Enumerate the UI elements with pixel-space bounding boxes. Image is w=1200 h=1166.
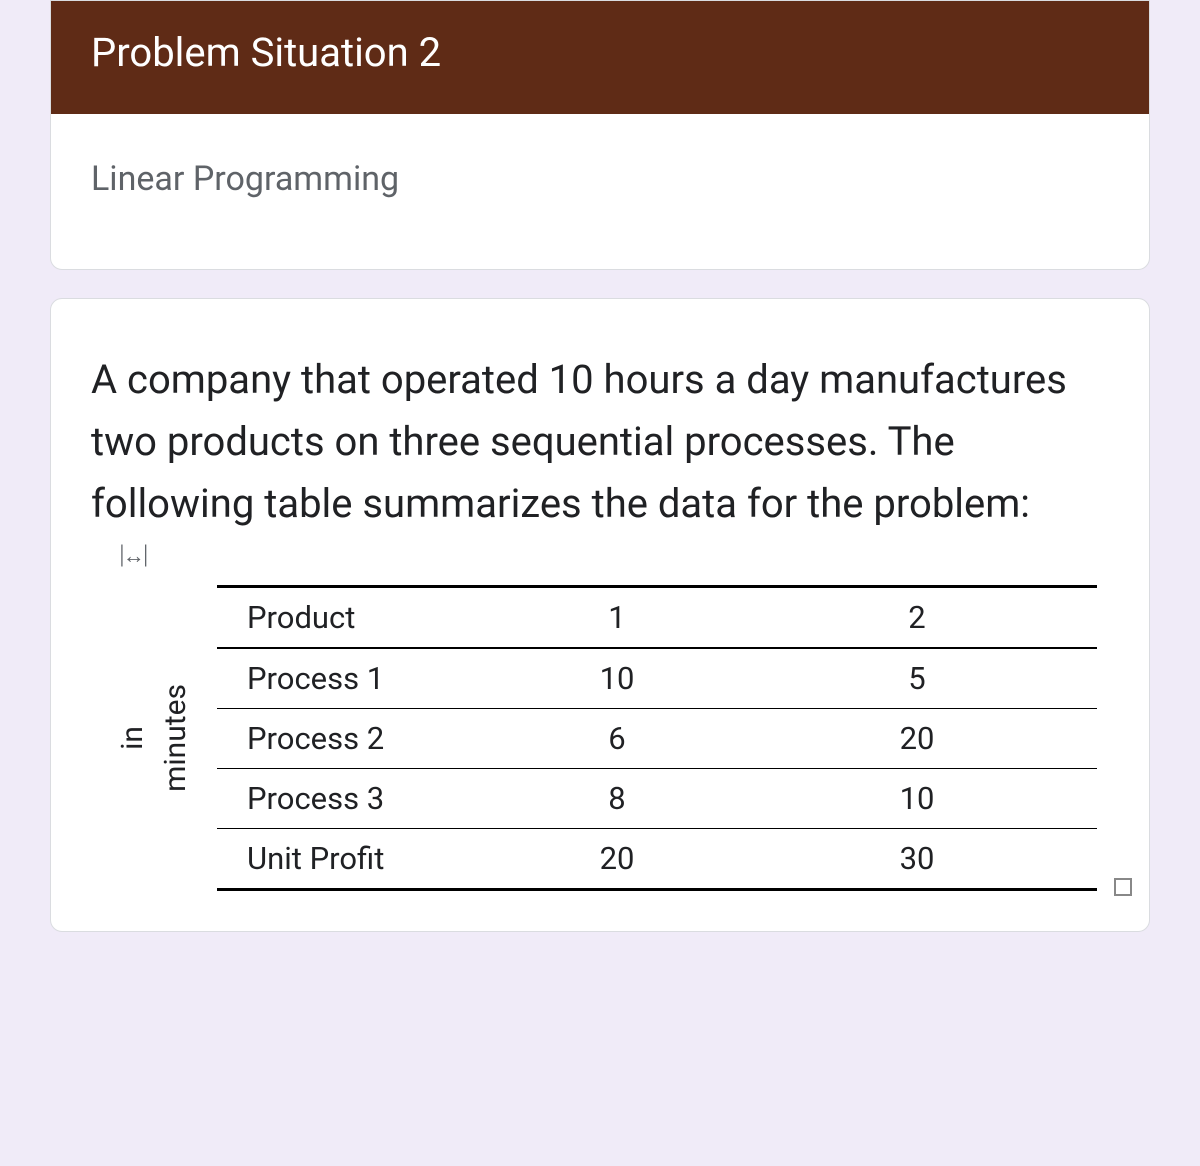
section-title: Problem Situation 2 bbox=[51, 1, 1149, 114]
cell-value: 5 bbox=[737, 648, 1097, 709]
vlabel-minutes: minutes bbox=[154, 684, 197, 792]
resize-handle-icon[interactable] bbox=[1114, 878, 1132, 896]
expand-icon[interactable]: |↔| bbox=[119, 540, 147, 570]
table-footer-row: Unit Profit 20 30 bbox=[217, 829, 1097, 890]
data-table-wrapper: in minutes Product 1 2 Process 1 10 5 bbox=[91, 585, 1109, 891]
cell-label: Process 1 bbox=[217, 648, 497, 709]
cell-label: Process 3 bbox=[217, 769, 497, 829]
table-header-row: Product 1 2 bbox=[217, 587, 1097, 649]
table-row: Process 1 10 5 bbox=[217, 648, 1097, 709]
cell-value: 10 bbox=[737, 769, 1097, 829]
cell-value: 6 bbox=[497, 709, 737, 769]
cell-value: 10 bbox=[497, 648, 737, 709]
cell-value: 20 bbox=[737, 709, 1097, 769]
cell-label: Unit Profit bbox=[217, 829, 497, 890]
question-card: A company that operated 10 hours a day m… bbox=[50, 298, 1150, 932]
vertical-axis-labels: in minutes bbox=[111, 684, 197, 792]
header-card: Problem Situation 2 Linear Programming bbox=[50, 0, 1150, 270]
col-header-1: 1 bbox=[497, 587, 737, 649]
data-table: Product 1 2 Process 1 10 5 Process 2 6 bbox=[217, 585, 1097, 891]
cell-label: Process 2 bbox=[217, 709, 497, 769]
table-row: Process 2 6 20 bbox=[217, 709, 1097, 769]
col-header-product: Product bbox=[217, 587, 497, 649]
col-header-2: 2 bbox=[737, 587, 1097, 649]
cell-value: 20 bbox=[497, 829, 737, 890]
question-text: A company that operated 10 hours a day m… bbox=[91, 349, 1109, 535]
cell-value: 30 bbox=[737, 829, 1097, 890]
table-row: Process 3 8 10 bbox=[217, 769, 1097, 829]
vlabel-in: in bbox=[111, 726, 154, 750]
cell-value: 8 bbox=[497, 769, 737, 829]
section-subtitle: Linear Programming bbox=[51, 114, 1149, 269]
